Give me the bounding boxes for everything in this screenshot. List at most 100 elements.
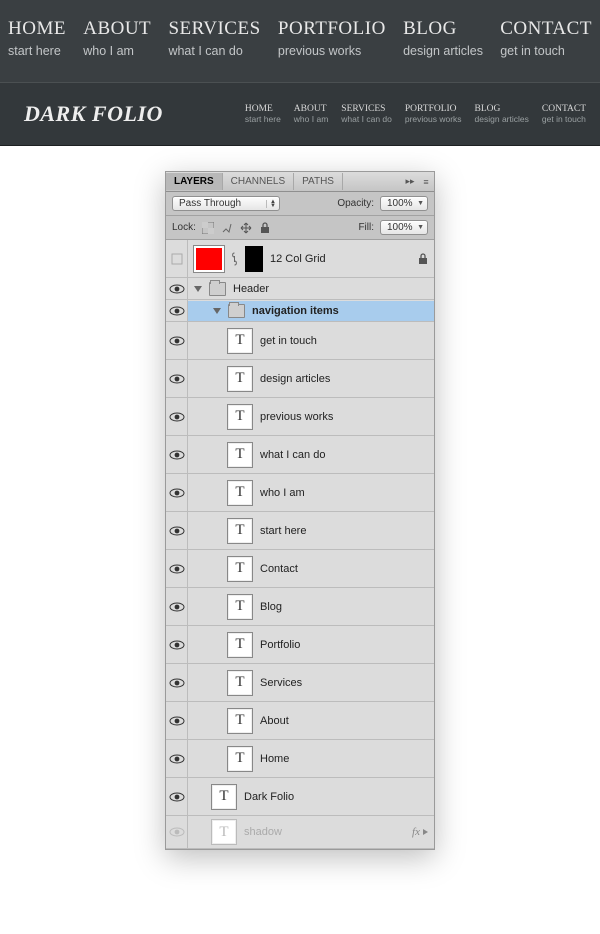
visibility-toggle[interactable]: [166, 474, 188, 511]
mini-nav-sublabel: get in touch: [542, 114, 586, 124]
layer-row-text[interactable]: T Contact: [166, 550, 434, 588]
mini-nav-label: PORTFOLIO: [405, 104, 462, 114]
nav-sublabel: start here: [8, 44, 66, 58]
fill-input[interactable]: 100% ▼: [380, 220, 428, 235]
visibility-toggle[interactable]: [166, 512, 188, 549]
layer-row-text[interactable]: Tstart here: [166, 512, 434, 550]
nav-sublabel: what I can do: [168, 44, 260, 58]
nav-item-about[interactable]: ABOUT who I am: [83, 18, 151, 58]
layer-row-text[interactable]: TBlog: [166, 588, 434, 626]
layer-effects-indicator[interactable]: fx: [412, 826, 428, 838]
nav-item-portfolio[interactable]: PORTFOLIO previous works: [278, 18, 386, 58]
mini-nav-label: BLOG: [475, 104, 529, 114]
nav-item-blog[interactable]: BLOG design articles: [403, 18, 483, 58]
lock-transparency-icon[interactable]: [202, 221, 215, 234]
text-layer-icon: T: [227, 404, 253, 430]
layer-name: navigation items: [252, 305, 339, 317]
layer-row-text[interactable]: Twhat I can do: [166, 436, 434, 474]
opacity-label: Opacity:: [337, 198, 374, 209]
layer-row-shadow[interactable]: Tshadow fx: [166, 816, 434, 849]
layer-row-text[interactable]: THome: [166, 740, 434, 778]
mini-nav-label: HOME: [245, 104, 281, 114]
layer-name: Dark Folio: [244, 791, 294, 803]
layer-row-text[interactable]: Twho I am: [166, 474, 434, 512]
panel-tabs: LAYERS CHANNELS PATHS ▸▸ ≡: [166, 172, 434, 192]
blend-mode-value: Pass Through: [179, 198, 241, 209]
layer-row-text[interactable]: TServices: [166, 664, 434, 702]
mask-thumbnail: [245, 246, 263, 272]
layer-row-text[interactable]: TAbout: [166, 702, 434, 740]
lock-label: Lock:: [172, 222, 196, 233]
visibility-toggle[interactable]: [166, 740, 188, 777]
layer-row-text[interactable]: Tprevious works: [166, 398, 434, 436]
layer-row-text[interactable]: Tdesign articles: [166, 360, 434, 398]
visibility-toggle[interactable]: [166, 664, 188, 701]
visibility-toggle[interactable]: [166, 816, 188, 848]
mini-nav-sublabel: previous works: [405, 114, 462, 124]
site-logo[interactable]: DARK FOLIO: [24, 101, 163, 127]
panel-lock-row: Lock: Fill: 100% ▼: [166, 216, 434, 240]
tab-layers[interactable]: LAYERS: [166, 173, 223, 190]
layer-row-grid[interactable]: 12 Col Grid: [166, 240, 434, 278]
layer-name: what I can do: [260, 449, 325, 461]
visibility-toggle[interactable]: [166, 240, 188, 277]
primary-nav: HOME start here ABOUT who I am SERVICES …: [0, 0, 600, 82]
dropdown-icon: ▼: [417, 200, 424, 207]
mini-nav-item-about[interactable]: ABOUT who I am: [294, 104, 329, 124]
visibility-toggle[interactable]: [166, 398, 188, 435]
fill-label: Fill:: [358, 222, 374, 233]
lock-brush-icon[interactable]: [221, 221, 234, 234]
tab-paths[interactable]: PATHS: [294, 173, 343, 190]
folder-icon: [228, 304, 245, 318]
layer-row-dark-folio[interactable]: TDark Folio: [166, 778, 434, 816]
panel-options-row: Pass Through ▲▼ Opacity: 100% ▼: [166, 192, 434, 216]
layer-row-text[interactable]: TPortfolio: [166, 626, 434, 664]
layer-name: Contact: [260, 563, 298, 575]
mini-nav-item-home[interactable]: HOME start here: [245, 104, 281, 124]
lock-all-icon[interactable]: [259, 221, 272, 234]
layer-row-header-group[interactable]: Header: [166, 278, 434, 300]
visibility-toggle[interactable]: [166, 778, 188, 815]
visibility-toggle[interactable]: [166, 436, 188, 473]
mini-nav-item-contact[interactable]: CONTACT get in touch: [542, 104, 586, 124]
mini-nav-item-blog[interactable]: BLOG design articles: [475, 104, 529, 124]
visibility-toggle[interactable]: [166, 588, 188, 625]
layer-name: start here: [260, 525, 306, 537]
disclosure-triangle-icon[interactable]: [213, 308, 221, 314]
visibility-toggle[interactable]: [166, 360, 188, 397]
visibility-toggle[interactable]: [166, 322, 188, 359]
mini-nav-sublabel: design articles: [475, 114, 529, 124]
nav-sublabel: previous works: [278, 44, 386, 58]
disclosure-triangle-icon[interactable]: [194, 286, 202, 292]
visibility-toggle[interactable]: [166, 550, 188, 587]
layer-name: Header: [233, 283, 269, 295]
layer-row-text[interactable]: Tget in touch: [166, 322, 434, 360]
visibility-toggle[interactable]: [166, 702, 188, 739]
layer-list: 12 Col Grid Header: [166, 240, 434, 849]
panel-menu-icon[interactable]: ≡: [418, 177, 434, 187]
layer-name: Home: [260, 753, 289, 765]
text-layer-icon: T: [227, 594, 253, 620]
visibility-toggle[interactable]: [166, 278, 188, 299]
visibility-toggle[interactable]: [166, 626, 188, 663]
blend-mode-select[interactable]: Pass Through ▲▼: [172, 196, 280, 211]
mini-nav-item-portfolio[interactable]: PORTFOLIO previous works: [405, 104, 462, 124]
layer-name: 12 Col Grid: [270, 253, 326, 265]
layer-row-navigation-group[interactable]: navigation items: [166, 300, 434, 322]
lock-move-icon[interactable]: [240, 221, 253, 234]
tab-channels[interactable]: CHANNELS: [223, 173, 294, 190]
mini-nav-item-services[interactable]: SERVICES what I can do: [341, 104, 392, 124]
nav-item-contact[interactable]: CONTACT get in touch: [500, 18, 592, 58]
opacity-input[interactable]: 100% ▼: [380, 196, 428, 211]
text-layer-icon: T: [227, 328, 253, 354]
mini-nav-sublabel: start here: [245, 114, 281, 124]
nav-item-services[interactable]: SERVICES what I can do: [168, 18, 260, 58]
text-layer-icon: T: [227, 556, 253, 582]
nav-item-home[interactable]: HOME start here: [8, 18, 66, 58]
opacity-value: 100%: [387, 198, 413, 209]
layer-name: who I am: [260, 487, 305, 499]
collapse-icon[interactable]: ▸▸: [402, 176, 418, 187]
text-layer-icon: T: [227, 632, 253, 658]
nav-sublabel: get in touch: [500, 44, 592, 58]
visibility-toggle[interactable]: [166, 300, 188, 321]
